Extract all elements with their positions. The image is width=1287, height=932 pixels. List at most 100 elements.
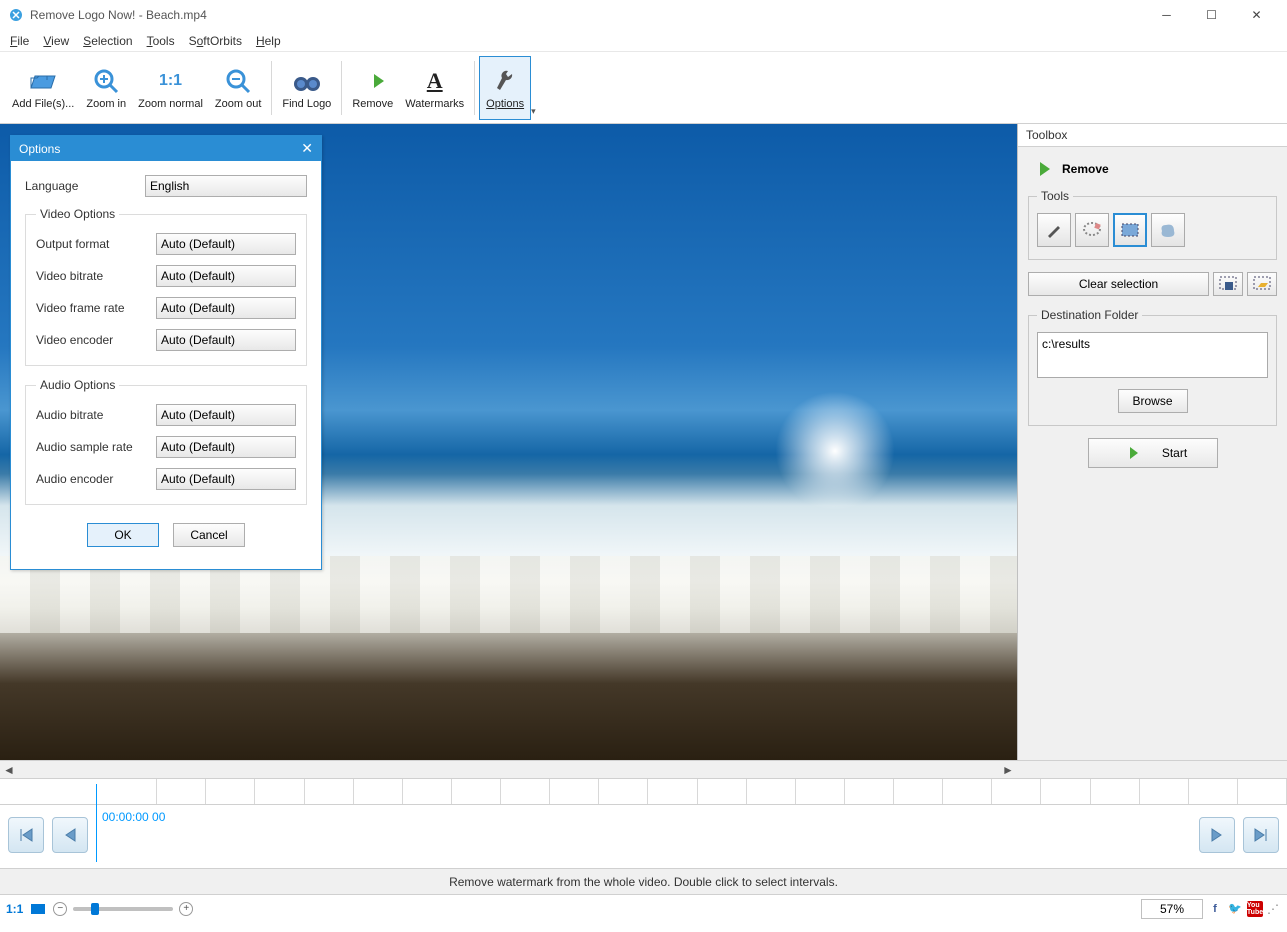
tool-shape[interactable]: [1151, 213, 1185, 247]
tool-rectangle[interactable]: [1113, 213, 1147, 247]
zoom-normal-button[interactable]: 1:1 Zoom normal: [132, 56, 209, 120]
zoom-plus-icon[interactable]: +: [179, 902, 193, 916]
options-button[interactable]: Options: [479, 56, 531, 120]
destination-input[interactable]: c:\results: [1037, 332, 1268, 378]
zoom-1to1-button[interactable]: 1:1: [6, 902, 23, 916]
audio-samplerate-select[interactable]: Auto (Default): [156, 436, 296, 458]
zoom-minus-icon[interactable]: −: [53, 902, 67, 916]
toolbar-overflow[interactable]: ▾: [531, 106, 543, 117]
load-select-icon: [1252, 275, 1272, 293]
app-icon: [8, 7, 24, 23]
language-label: Language: [25, 179, 145, 193]
dialog-titlebar[interactable]: Options ✕: [11, 136, 321, 161]
youtube-icon[interactable]: YouTube: [1247, 901, 1263, 917]
audio-encoder-select[interactable]: Auto (Default): [156, 468, 296, 490]
timecode: 00:00:00 00: [102, 810, 165, 824]
step-forward-button[interactable]: [1199, 817, 1235, 853]
menu-softorbits[interactable]: SoftOrbits: [189, 34, 242, 48]
save-select-icon: [1218, 275, 1238, 293]
browse-button[interactable]: Browse: [1118, 389, 1188, 413]
menubar: File View Selection Tools SoftOrbits Hel…: [0, 30, 1287, 52]
scroll-track[interactable]: [18, 762, 999, 778]
audio-options-group: Audio Options Audio bitrateAuto (Default…: [25, 378, 307, 505]
close-button[interactable]: ✕: [1234, 0, 1279, 30]
fit-screen-icon[interactable]: [29, 902, 47, 916]
video-framerate-label: Video frame rate: [36, 301, 156, 315]
timeline-track[interactable]: 00:00:00 00: [96, 810, 1191, 860]
playhead[interactable]: [96, 784, 97, 862]
timeline: 00:00:00 00: [0, 778, 1287, 868]
output-format-select[interactable]: Auto (Default): [156, 233, 296, 255]
zoom-out-icon: [225, 68, 251, 94]
step-back-button[interactable]: [52, 817, 88, 853]
menu-tools[interactable]: Tools: [147, 34, 175, 48]
zoom-in-button[interactable]: Zoom in: [80, 56, 132, 120]
menu-selection[interactable]: Selection: [83, 34, 132, 48]
pencil-icon: [1045, 221, 1063, 239]
hint-bar: Remove watermark from the whole video. D…: [0, 868, 1287, 894]
clear-selection-button[interactable]: Clear selection: [1028, 272, 1209, 296]
video-bitrate-label: Video bitrate: [36, 269, 156, 283]
zoom-out-button[interactable]: Zoom out: [209, 56, 267, 120]
start-button[interactable]: Start: [1088, 438, 1218, 468]
separator: [474, 61, 475, 115]
horizontal-scrollbar[interactable]: ◄ ►: [0, 760, 1287, 778]
tools-group: Tools: [1028, 189, 1277, 260]
audio-bitrate-select[interactable]: Auto (Default): [156, 404, 296, 426]
arrow-right-icon: [1118, 444, 1142, 462]
window-title: Remove Logo Now! - Beach.mp4: [30, 8, 207, 22]
language-select[interactable]: English: [145, 175, 307, 197]
minimize-button[interactable]: ─: [1144, 0, 1189, 30]
audio-bitrate-label: Audio bitrate: [36, 408, 156, 422]
video-bitrate-select[interactable]: Auto (Default): [156, 265, 296, 287]
menu-file[interactable]: File: [10, 34, 29, 48]
dialog-close-icon[interactable]: ✕: [301, 140, 313, 157]
zoom-slider[interactable]: [73, 907, 173, 911]
video-encoder-select[interactable]: Auto (Default): [156, 329, 296, 351]
add-files-button[interactable]: Add File(s)...: [6, 56, 80, 120]
tool-marker[interactable]: [1037, 213, 1071, 247]
scroll-left-icon[interactable]: ◄: [0, 763, 18, 777]
go-start-button[interactable]: [8, 817, 44, 853]
zoom-in-icon: [93, 68, 119, 94]
toolbox-panel: Toolbox Remove Tools Clear selection: [1017, 124, 1287, 760]
arrow-right-icon: [1028, 159, 1054, 179]
save-selection-button[interactable]: [1213, 272, 1243, 296]
zoom-thumb[interactable]: [91, 903, 99, 915]
arrow-right-icon: [360, 70, 386, 92]
text-icon: A: [427, 64, 443, 98]
tool-freehand[interactable]: [1075, 213, 1109, 247]
video-framerate-select[interactable]: Auto (Default): [156, 297, 296, 319]
scroll-right-icon[interactable]: ►: [999, 763, 1017, 777]
toolbox-title: Toolbox: [1018, 124, 1287, 147]
blob-icon: [1158, 221, 1178, 239]
output-format-label: Output format: [36, 237, 156, 251]
timeline-ruler[interactable]: [0, 779, 1287, 805]
one-to-one-icon: 1:1: [159, 64, 182, 98]
menu-view[interactable]: View: [43, 34, 69, 48]
cancel-button[interactable]: Cancel: [173, 523, 245, 547]
skip-start-icon: [17, 826, 35, 844]
audio-samplerate-label: Audio sample rate: [36, 440, 156, 454]
folder-open-icon: [29, 70, 57, 92]
facebook-icon[interactable]: f: [1207, 901, 1223, 917]
zoom-percent: 57%: [1141, 899, 1203, 919]
maximize-button[interactable]: ☐: [1189, 0, 1234, 30]
resize-grip-icon[interactable]: ⋰: [1267, 902, 1281, 916]
find-logo-button[interactable]: Find Logo: [276, 56, 337, 120]
toolbar: Add File(s)... Zoom in 1:1 Zoom normal Z…: [0, 52, 1287, 124]
remove-button[interactable]: Remove: [346, 56, 399, 120]
separator: [341, 61, 342, 115]
twitter-icon[interactable]: 🐦: [1227, 901, 1243, 917]
load-selection-button[interactable]: [1247, 272, 1277, 296]
step-back-icon: [61, 826, 79, 844]
binoculars-icon: [292, 70, 322, 92]
watermarks-button[interactable]: A Watermarks: [399, 56, 470, 120]
wrench-icon: [494, 68, 516, 94]
video-options-group: Video Options Output formatAuto (Default…: [25, 207, 307, 366]
go-end-button[interactable]: [1243, 817, 1279, 853]
ok-button[interactable]: OK: [87, 523, 159, 547]
menu-help[interactable]: Help: [256, 34, 281, 48]
skip-end-icon: [1252, 826, 1270, 844]
lasso-icon: [1082, 221, 1102, 239]
